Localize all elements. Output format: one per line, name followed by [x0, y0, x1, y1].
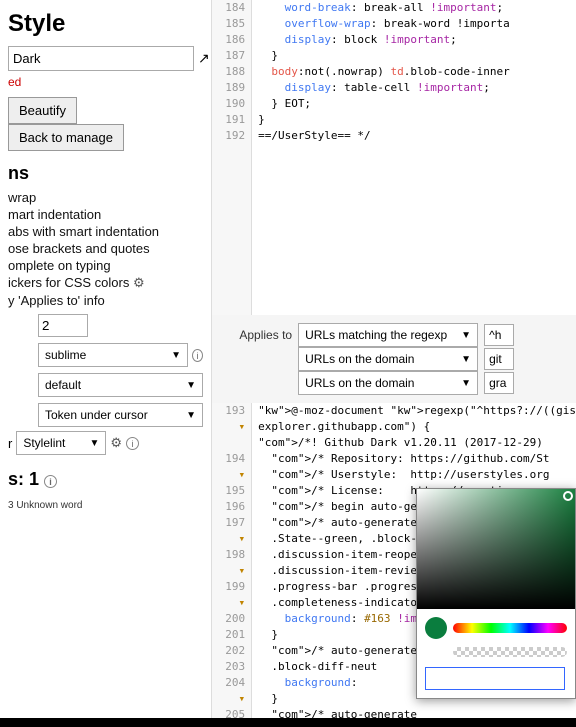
chevron-down-icon: ▼	[461, 354, 471, 365]
saved-status: ed	[8, 75, 203, 89]
tabsize-input[interactable]	[38, 314, 88, 337]
option-item[interactable]: ickers for CSS colors ⚙	[8, 275, 203, 291]
chevron-down-icon: ▼	[186, 410, 196, 421]
applies-type-select[interactable]: URLs on the domain▼	[298, 371, 478, 395]
chevron-down-icon: ▼	[171, 350, 181, 361]
issues-heading: s: 1 i	[8, 469, 203, 490]
left-panel: Style ↗ ed Beautify Back to manage ns wr…	[0, 0, 211, 718]
color-value-input[interactable]	[425, 667, 565, 690]
gear-icon[interactable]: ⚙	[110, 435, 122, 451]
current-color-swatch[interactable]	[425, 617, 447, 639]
option-item[interactable]: abs with smart indentation	[8, 224, 203, 239]
hue-slider[interactable]	[453, 623, 567, 633]
option-item[interactable]: wrap	[8, 190, 203, 205]
gutter: 193 ▾194 ▾195196197 ▾198 ▾199 ▾200201202…	[212, 403, 252, 718]
chevron-down-icon: ▼	[89, 438, 99, 449]
applies-to-section: Applies toURLs matching the regexp▼URLs …	[212, 315, 576, 403]
alpha-slider[interactable]	[453, 647, 567, 657]
sv-panel[interactable]	[417, 489, 575, 609]
linter-label: r	[8, 436, 12, 451]
code-text[interactable]: word-break: break-all !important; overfl…	[252, 0, 576, 315]
beautify-button[interactable]: Beautify	[8, 97, 77, 124]
highlight-select[interactable]: Token under cursor▼	[38, 403, 203, 427]
applies-value-input[interactable]	[484, 348, 514, 370]
applies-value-input[interactable]	[484, 372, 514, 394]
chevron-down-icon: ▼	[461, 330, 471, 341]
option-item[interactable]: mart indentation	[8, 207, 203, 222]
option-item[interactable]: y 'Applies to' info	[8, 293, 203, 308]
options-heading: ns	[8, 163, 203, 184]
applies-type-select[interactable]: URLs matching the regexp▼	[298, 323, 478, 347]
chevron-down-icon: ▼	[461, 378, 471, 389]
applies-value-input[interactable]	[484, 324, 514, 346]
applies-to-label: Applies to	[222, 328, 292, 342]
page-title: Style	[8, 10, 203, 38]
issue-item[interactable]: 3 Unknown word	[8, 500, 203, 511]
style-name-input[interactable]	[8, 46, 194, 71]
theme-select[interactable]: default▼	[38, 373, 203, 397]
keymap-select[interactable]: sublime▼	[38, 343, 188, 367]
gutter: 184185186187188189190191192	[212, 0, 252, 315]
option-item[interactable]: ose brackets and quotes	[8, 241, 203, 256]
info-icon[interactable]: i	[44, 475, 57, 488]
linter-select[interactable]: Stylelint▼	[16, 431, 106, 455]
info-icon[interactable]: i	[126, 437, 139, 450]
external-link-icon[interactable]: ↗	[198, 50, 210, 67]
back-button[interactable]: Back to manage	[8, 124, 124, 151]
code-editor-top[interactable]: 184185186187188189190191192 word-break: …	[212, 0, 576, 315]
color-picker[interactable]	[416, 488, 576, 699]
gear-icon[interactable]: ⚙	[133, 275, 145, 290]
sv-cursor[interactable]	[563, 491, 573, 501]
chevron-down-icon: ▼	[186, 380, 196, 391]
applies-type-select[interactable]: URLs on the domain▼	[298, 347, 478, 371]
option-item[interactable]: omplete on typing	[8, 258, 203, 273]
info-icon[interactable]: i	[192, 349, 203, 362]
